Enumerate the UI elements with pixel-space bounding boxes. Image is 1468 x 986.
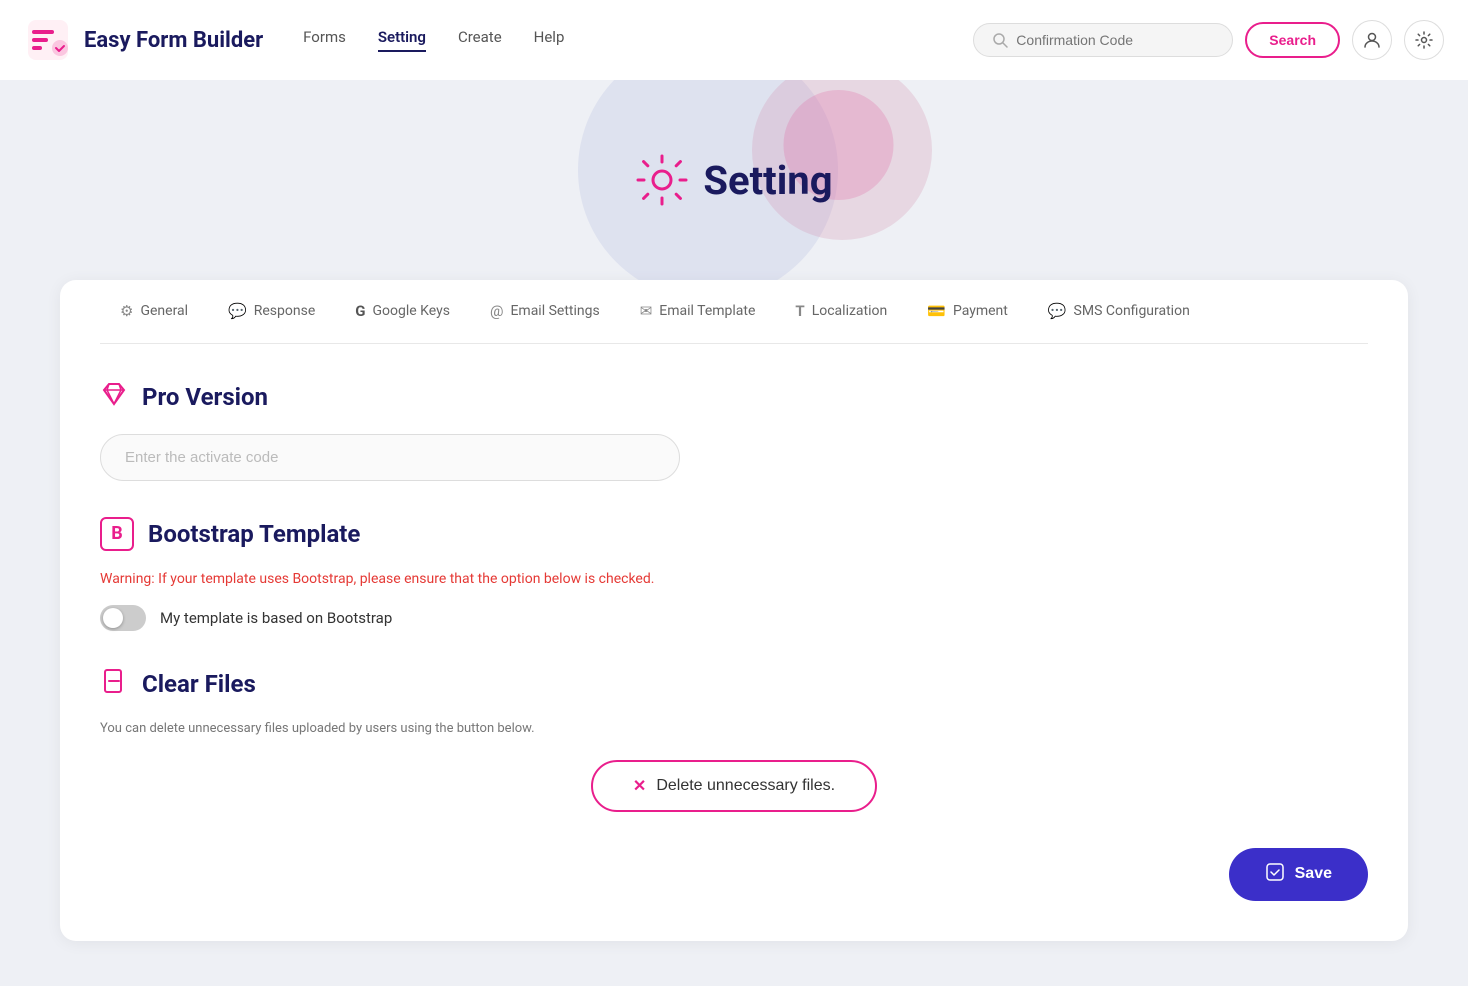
page-title: Setting	[703, 157, 832, 204]
pro-version-section: Pro Version	[100, 380, 1368, 481]
clear-files-title-text: Clear Files	[142, 670, 256, 698]
delete-btn-wrap: ✕ Delete unnecessary files.	[100, 760, 1368, 812]
logo-text: Easy Form Builder	[84, 28, 263, 53]
header: Easy Form Builder Forms Setting Create H…	[0, 0, 1468, 80]
tab-response[interactable]: 💬 Response	[208, 280, 335, 344]
save-button[interactable]: Save	[1229, 848, 1368, 901]
nav-item-help[interactable]: Help	[534, 28, 565, 52]
hero-section: Setting	[0, 80, 1468, 280]
save-icon	[1265, 862, 1285, 887]
settings-card: ⚙ General 💬 Response G Google Keys @ Ema…	[60, 280, 1408, 941]
hero-gear-icon	[635, 153, 689, 207]
response-tab-icon: 💬	[228, 302, 247, 320]
main-nav: Forms Setting Create Help	[303, 28, 973, 52]
bootstrap-toggle[interactable]	[100, 605, 146, 631]
search-input[interactable]	[1016, 32, 1214, 48]
general-tab-icon: ⚙	[120, 302, 133, 320]
activate-code-input[interactable]	[100, 434, 680, 481]
bootstrap-template-section: B Bootstrap Template Warning: If your te…	[100, 517, 1368, 631]
pro-version-title: Pro Version	[100, 380, 1368, 414]
payment-tab-icon: 💳	[927, 302, 946, 320]
clear-files-title: Clear Files	[100, 667, 1368, 701]
settings-button[interactable]	[1404, 20, 1444, 60]
save-row: Save	[100, 848, 1368, 901]
google-keys-tab-icon: G	[355, 302, 365, 320]
nav-item-forms[interactable]: Forms	[303, 28, 346, 52]
delete-btn-label: Delete unnecessary files.	[656, 777, 835, 795]
tab-email-settings[interactable]: @ Email Settings	[470, 280, 620, 344]
clear-files-section: Clear Files You can delete unnecessary f…	[100, 667, 1368, 812]
bootstrap-warning: Warning: If your template uses Bootstrap…	[100, 571, 1368, 587]
tab-email-template[interactable]: ✉ Email Template	[620, 280, 776, 344]
tab-google-keys[interactable]: G Google Keys	[335, 280, 470, 344]
email-settings-tab-icon: @	[490, 302, 503, 320]
tab-sms-configuration[interactable]: 💬 SMS Configuration	[1028, 280, 1210, 344]
pro-version-title-text: Pro Version	[142, 383, 268, 411]
tab-payment[interactable]: 💳 Payment	[907, 280, 1028, 344]
header-right: Search	[973, 20, 1444, 60]
hero-title: Setting	[635, 153, 832, 207]
logo-icon	[24, 16, 72, 64]
bootstrap-toggle-row: My template is based on Bootstrap	[100, 605, 1368, 631]
email-template-tab-icon: ✉	[640, 302, 653, 320]
nav-item-setting[interactable]: Setting	[378, 28, 426, 52]
bootstrap-template-title: B Bootstrap Template	[100, 517, 1368, 551]
tab-general[interactable]: ⚙ General	[100, 280, 208, 344]
search-button[interactable]: Search	[1245, 22, 1340, 58]
bootstrap-icon: B	[100, 517, 134, 551]
bootstrap-template-title-text: Bootstrap Template	[148, 520, 360, 548]
diamond-icon	[100, 380, 128, 414]
nav-item-create[interactable]: Create	[458, 28, 502, 52]
sms-tab-icon: 💬	[1048, 302, 1067, 320]
search-input-wrap[interactable]	[973, 23, 1233, 57]
settings-tabs: ⚙ General 💬 Response G Google Keys @ Ema…	[100, 280, 1368, 344]
delete-files-button[interactable]: ✕ Delete unnecessary files.	[591, 760, 877, 812]
localization-tab-icon: T	[795, 302, 804, 320]
gear-icon	[1415, 31, 1433, 49]
file-icon	[100, 667, 128, 701]
user-button[interactable]	[1352, 20, 1392, 60]
search-icon	[992, 32, 1008, 48]
main-content: ⚙ General 💬 Response G Google Keys @ Ema…	[0, 280, 1468, 981]
logo: Easy Form Builder	[24, 16, 263, 64]
user-icon	[1363, 31, 1381, 49]
save-btn-label: Save	[1295, 865, 1332, 883]
tab-localization[interactable]: T Localization	[775, 280, 907, 344]
delete-x-icon: ✕	[633, 776, 646, 796]
bootstrap-toggle-label: My template is based on Bootstrap	[160, 609, 392, 627]
clear-files-description: You can delete unnecessary files uploade…	[100, 721, 1368, 736]
